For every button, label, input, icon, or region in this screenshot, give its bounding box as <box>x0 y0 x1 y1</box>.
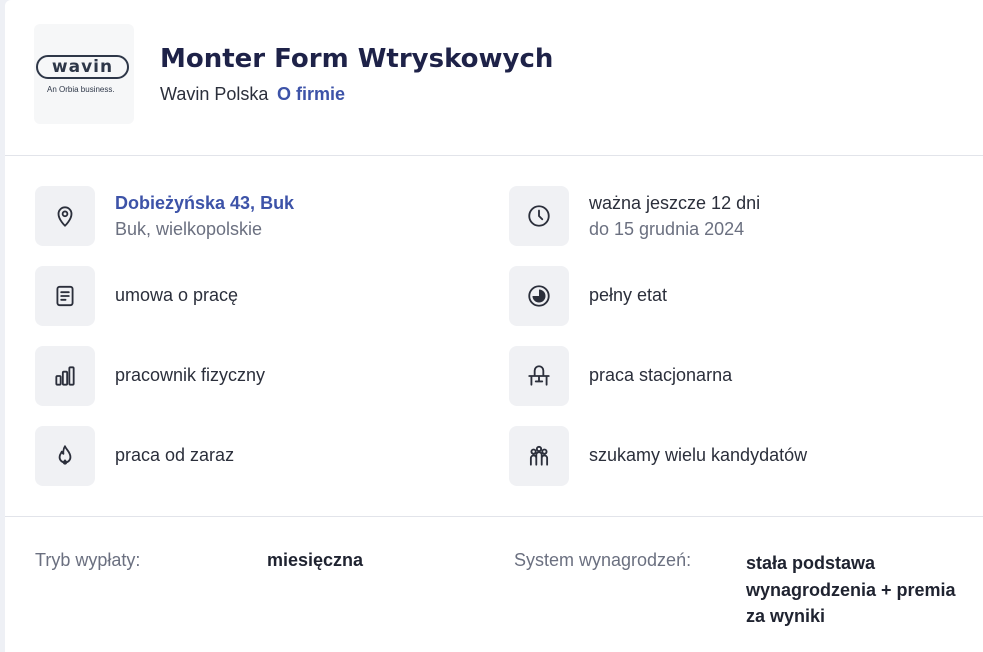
job-offer-card: wavin An Orbia business. Monter Form Wtr… <box>5 0 983 652</box>
document-icon <box>35 266 95 326</box>
logo-subtitle: An Orbia business. <box>47 85 115 94</box>
address-link[interactable]: Dobieżyńska 43, Buk <box>115 193 294 214</box>
worktime-type: pełny etat <box>589 285 668 305</box>
company-logo[interactable]: wavin An Orbia business. <box>34 24 134 124</box>
salary-system-label: System wynagrodzeń: <box>514 550 692 570</box>
about-company-link[interactable]: O firmie <box>277 84 345 105</box>
work-mode: praca stacjonarna <box>589 365 733 385</box>
detail-worktime: pełny etat <box>509 266 979 326</box>
job-header: wavin An Orbia business. Monter Form Wtr… <box>5 0 983 156</box>
detail-level: pracownik fizyczny <box>35 346 505 406</box>
location-pin-icon <box>35 186 95 246</box>
validity-remaining: ważna jeszcze 12 dni <box>589 193 761 213</box>
detail-start: praca od zaraz <box>35 426 505 486</box>
address-region: Buk, wielkopolskie <box>115 219 263 239</box>
section-divider <box>5 516 983 517</box>
clock-icon <box>509 186 569 246</box>
payment-mode-value: miesięczna <box>267 550 364 570</box>
contract-type: umowa o pracę <box>115 285 239 305</box>
job-title: Monter Form Wtryskowych <box>160 44 554 74</box>
pie-icon <box>509 266 569 326</box>
payment-mode-label: Tryb wypłaty: <box>35 550 141 570</box>
company-name: Wavin Polska <box>160 84 269 104</box>
detail-work-mode: praca stacjonarna <box>509 346 979 406</box>
logo-wordmark: wavin <box>36 55 129 79</box>
flame-icon <box>35 426 95 486</box>
detail-contract: umowa o pracę <box>35 266 505 326</box>
position-level: pracownik fizyczny <box>115 365 266 385</box>
validity-date: do 15 grudnia 2024 <box>589 219 745 239</box>
detail-recruitment: szukamy wielu kandydatów <box>509 426 979 486</box>
recruitment-info: szukamy wielu kandydatów <box>589 445 808 465</box>
people-icon <box>509 426 569 486</box>
detail-validity: ważna jeszcze 12 dni do 15 grudnia 2024 <box>509 186 979 246</box>
desk-icon <box>509 346 569 406</box>
detail-address: Dobieżyńska 43, Buk Buk, wielkopolskie <box>35 186 505 246</box>
salary-system-value: stała podstawa wynagrodzenia + premia za… <box>746 553 956 626</box>
start-date: praca od zaraz <box>115 445 235 465</box>
bar-chart-icon <box>35 346 95 406</box>
